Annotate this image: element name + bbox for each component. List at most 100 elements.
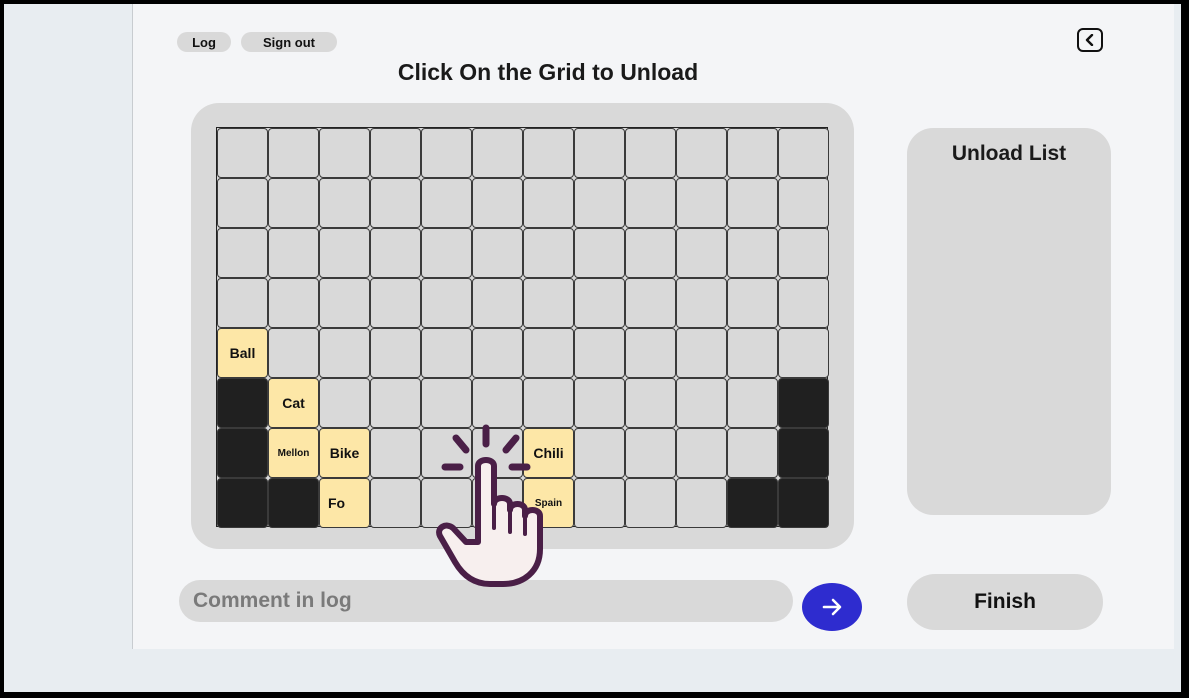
grid-cell[interactable] [574, 178, 625, 228]
grid-cell[interactable] [778, 128, 829, 178]
grid-cell[interactable] [625, 478, 676, 528]
grid-cell[interactable] [625, 278, 676, 328]
grid-cell[interactable] [319, 328, 370, 378]
grid-cell[interactable] [727, 378, 778, 428]
grid-cell[interactable] [727, 228, 778, 278]
send-comment-button[interactable] [802, 583, 862, 631]
grid-cell[interactable] [268, 128, 319, 178]
grid-cell[interactable] [472, 128, 523, 178]
grid-cell[interactable] [574, 328, 625, 378]
grid-cell[interactable] [727, 428, 778, 478]
grid-cell[interactable] [472, 278, 523, 328]
grid-cell-item[interactable]: Cat [268, 378, 319, 428]
grid-cell[interactable] [217, 278, 268, 328]
grid-cell[interactable] [778, 278, 829, 328]
comment-placeholder: Comment in log [193, 589, 352, 612]
grid-cell[interactable] [676, 178, 727, 228]
grid-cell[interactable] [523, 328, 574, 378]
finish-button[interactable]: Finish [907, 574, 1103, 630]
grid-cell-blocked[interactable] [217, 428, 268, 478]
grid-cell[interactable] [778, 228, 829, 278]
grid-cell[interactable] [370, 278, 421, 328]
grid-cell[interactable] [421, 328, 472, 378]
grid-cell[interactable] [778, 178, 829, 228]
grid-cell[interactable] [574, 378, 625, 428]
grid-cell[interactable] [370, 128, 421, 178]
grid-cell[interactable] [217, 128, 268, 178]
arrow-right-icon [822, 598, 842, 616]
grid-cell-item[interactable]: Mellon [268, 428, 319, 478]
back-button[interactable] [1077, 28, 1103, 52]
grid-cell[interactable] [523, 228, 574, 278]
grid-cell[interactable] [676, 328, 727, 378]
grid-cell[interactable] [625, 428, 676, 478]
grid-cell[interactable] [319, 278, 370, 328]
grid-cell[interactable] [370, 228, 421, 278]
main-panel: Log Sign out Click On the Grid to Unload… [132, 4, 1174, 649]
grid-cell[interactable] [727, 128, 778, 178]
grid-cell-item[interactable]: Bike [319, 428, 370, 478]
grid-cell[interactable] [625, 228, 676, 278]
grid-cell[interactable] [370, 478, 421, 528]
grid-cell-blocked[interactable] [778, 378, 829, 428]
grid-cell[interactable] [268, 278, 319, 328]
grid-cell-blocked[interactable] [268, 478, 319, 528]
grid-cell[interactable] [319, 228, 370, 278]
grid-cell[interactable] [523, 128, 574, 178]
grid-cell[interactable] [727, 178, 778, 228]
grid-cell[interactable] [472, 378, 523, 428]
grid-cell[interactable] [472, 228, 523, 278]
grid-cell[interactable] [319, 178, 370, 228]
grid-cell[interactable] [421, 228, 472, 278]
grid-cell[interactable] [574, 278, 625, 328]
grid-cell[interactable] [370, 178, 421, 228]
grid-cell[interactable] [370, 328, 421, 378]
grid-cell[interactable] [676, 378, 727, 428]
grid-cell[interactable] [523, 178, 574, 228]
grid-cell-item[interactable]: Ball [217, 328, 268, 378]
grid-cell[interactable] [574, 478, 625, 528]
grid-cell[interactable] [574, 428, 625, 478]
grid-cell-item[interactable]: Fo [319, 478, 370, 528]
grid-cell[interactable] [472, 178, 523, 228]
grid-cell[interactable] [727, 328, 778, 378]
grid-cell-blocked[interactable] [217, 378, 268, 428]
grid-cell[interactable] [217, 178, 268, 228]
grid-cell[interactable] [676, 128, 727, 178]
grid-cell[interactable] [676, 478, 727, 528]
grid-cell[interactable] [268, 178, 319, 228]
grid-cell[interactable] [625, 128, 676, 178]
grid-cell[interactable] [319, 128, 370, 178]
grid-cell[interactable] [676, 278, 727, 328]
grid-cell-blocked[interactable] [217, 478, 268, 528]
grid-cell[interactable] [574, 228, 625, 278]
grid-cell[interactable] [268, 328, 319, 378]
grid-cell-blocked[interactable] [778, 428, 829, 478]
log-button[interactable]: Log [177, 32, 231, 52]
grid-cell[interactable] [625, 328, 676, 378]
grid-cell[interactable] [217, 228, 268, 278]
grid-cell[interactable] [523, 278, 574, 328]
grid-cell[interactable] [421, 278, 472, 328]
grid-cell[interactable] [421, 128, 472, 178]
grid-cell[interactable] [370, 378, 421, 428]
grid-cell[interactable] [421, 178, 472, 228]
sign-out-button[interactable]: Sign out [241, 32, 337, 52]
grid-cell[interactable] [625, 178, 676, 228]
grid-cell[interactable] [727, 278, 778, 328]
grid-cell[interactable] [625, 378, 676, 428]
grid-cell[interactable] [676, 228, 727, 278]
grid-cell[interactable] [370, 428, 421, 478]
grid-cell[interactable] [421, 378, 472, 428]
grid-cell[interactable] [574, 128, 625, 178]
grid-cell[interactable] [319, 378, 370, 428]
grid-cell-blocked[interactable] [778, 478, 829, 528]
grid-cell[interactable] [268, 228, 319, 278]
grid-cell[interactable] [472, 328, 523, 378]
grid-cell-blocked[interactable] [727, 478, 778, 528]
tap-hand-icon [436, 424, 543, 587]
app-frame: Log Sign out Click On the Grid to Unload… [4, 4, 1181, 692]
grid-cell[interactable] [523, 378, 574, 428]
grid-cell[interactable] [778, 328, 829, 378]
grid-cell[interactable] [676, 428, 727, 478]
